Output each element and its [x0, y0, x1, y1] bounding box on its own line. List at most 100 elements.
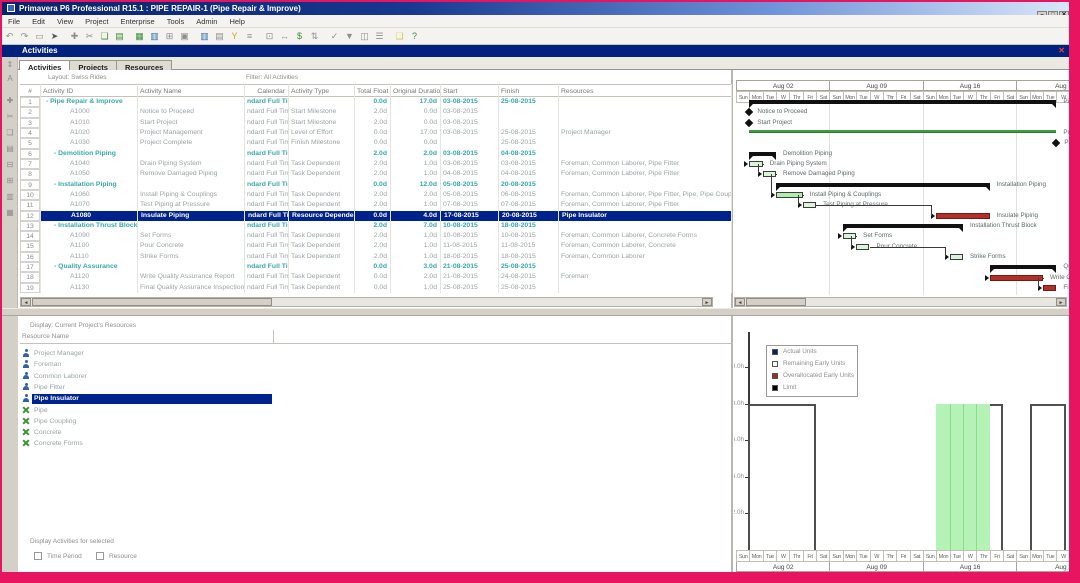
gantt-summary-bar[interactable]: [749, 100, 1056, 104]
table-horizontal-scrollbar[interactable]: ◄ ►: [20, 297, 713, 307]
delete-activity-icon[interactable]: ✂: [4, 112, 16, 121]
table-row[interactable]: 13- Installation Thrust Blockndard Full …: [20, 221, 731, 231]
menu-view[interactable]: View: [51, 15, 79, 28]
table-row[interactable]: 2A1000Notice to Proceedndard Full TimeSt…: [20, 107, 731, 117]
gantt-task-bar[interactable]: [950, 254, 963, 260]
table-font-icon[interactable]: ▤: [212, 28, 227, 45]
resources-icon[interactable]: ▦: [132, 28, 147, 45]
table-row[interactable]: 19A1130Final Quality Assurance Inspectio…: [20, 283, 731, 293]
cursor-icon[interactable]: ➤: [47, 28, 62, 45]
table-row[interactable]: 11A1070Test Piping at Pressurendard Full…: [20, 200, 731, 210]
menu-help[interactable]: Help: [223, 15, 250, 28]
resource-row[interactable]: Foreman: [20, 359, 731, 370]
reports-icon[interactable]: ▣: [177, 28, 192, 45]
gantt-task-bar[interactable]: [763, 171, 776, 177]
gantt-milestone[interactable]: [1052, 139, 1060, 147]
scroll-left-icon[interactable]: ◄: [21, 298, 31, 306]
resource-row[interactable]: Pipe Fitter: [20, 382, 731, 393]
progress-spotlight-icon[interactable]: ▼: [342, 28, 357, 45]
resource-row[interactable]: Concrete Forms: [20, 438, 731, 449]
checkbox-time-period[interactable]: [34, 552, 42, 560]
gantt-horizontal-scrollbar[interactable]: ◄ ►: [734, 297, 1067, 307]
scroll-right-icon[interactable]: ►: [1056, 298, 1066, 306]
table-row[interactable]: 1- Pipe Repair & Improvendard Full Time0…: [20, 97, 731, 107]
checkbox-resource[interactable]: [96, 552, 104, 560]
new-project-icon[interactable]: ▭: [32, 28, 47, 45]
help-icon[interactable]: ?: [407, 28, 422, 45]
gantt-milestone[interactable]: [745, 119, 753, 127]
table-row[interactable]: 15A1100Pour Concretendard Full TimeTask …: [20, 241, 731, 251]
scrollbar-thumb[interactable]: [32, 298, 272, 306]
gantt-task-bar[interactable]: [803, 202, 816, 208]
gantt-critical-bar[interactable]: [990, 275, 1043, 281]
level-resources-icon[interactable]: ⇅: [307, 28, 322, 45]
columns-icon[interactable]: ▥: [197, 28, 212, 45]
group-sort-icon[interactable]: ≡: [242, 28, 257, 45]
resource-row[interactable]: Pipe: [20, 405, 731, 416]
gantt-milestone[interactable]: [745, 108, 753, 116]
cut-icon[interactable]: ✂: [82, 28, 97, 45]
resource-row[interactable]: Concrete: [20, 427, 731, 438]
table-row[interactable]: 16A1110Strike Formsndard Full TimeTask D…: [20, 252, 731, 262]
table-row[interactable]: 9- Installation Pipingndard Full Time0.0…: [20, 180, 731, 190]
resource-row[interactable]: Pipe Coupling: [20, 416, 731, 427]
gantt-critical-bar[interactable]: [936, 213, 989, 219]
resource-row[interactable]: Project Manager: [20, 348, 731, 359]
relationships-icon[interactable]: ▦: [4, 208, 16, 217]
menu-admin[interactable]: Admin: [190, 15, 223, 28]
gantt-task-bar[interactable]: [856, 244, 869, 250]
scroll-left-icon[interactable]: ◄: [735, 298, 745, 306]
scroll-right-icon[interactable]: ►: [702, 298, 712, 306]
timescale-icon[interactable]: ↔: [277, 28, 292, 45]
copy-row-icon[interactable]: ❏: [4, 128, 16, 137]
gantt-critical-bar[interactable]: [1043, 285, 1056, 291]
table-row[interactable]: 12A1080Insulate Pipingndard Full TimeRes…: [20, 211, 731, 221]
vertical-splitter-bottom[interactable]: [731, 316, 733, 572]
table-row[interactable]: 3A1010Start Projectndard Full TimeStart …: [20, 118, 731, 128]
resource-row[interactable]: Common Laborer: [20, 371, 731, 382]
add-activity-icon[interactable]: ✚: [4, 96, 16, 105]
undo-icon[interactable]: ↶: [2, 28, 17, 45]
copy-icon[interactable]: ❏: [97, 28, 112, 45]
layout-options-icon[interactable]: ⇕: [4, 60, 16, 69]
paste-row-icon[interactable]: ▤: [4, 144, 16, 153]
table-row[interactable]: 4A1020Project Managementndard Full TimeL…: [20, 128, 731, 138]
table-row[interactable]: 18A1120Write Quality Assurance Reportnda…: [20, 272, 731, 282]
table-row[interactable]: 17- Quality Assurancendard Full Time0.0d…: [20, 262, 731, 272]
menu-project[interactable]: Project: [79, 15, 114, 28]
gantt-loe-bar[interactable]: [749, 130, 1056, 133]
wbs-icon[interactable]: ⊞: [162, 28, 177, 45]
horizontal-splitter[interactable]: [2, 308, 1069, 316]
schedule-icon[interactable]: ✓: [327, 28, 342, 45]
collapse-icon[interactable]: ⊟: [4, 160, 16, 169]
gantt-icon[interactable]: ☰: [372, 28, 387, 45]
gantt-summary-bar[interactable]: [843, 224, 963, 228]
menu-enterprise[interactable]: Enterprise: [115, 15, 161, 28]
paste-icon[interactable]: ▤: [112, 28, 127, 45]
menu-file[interactable]: File: [2, 15, 26, 28]
font-size-icon[interactable]: A: [4, 74, 16, 83]
expand-icon[interactable]: ⊞: [4, 176, 16, 185]
gantt-task-bar[interactable]: [843, 233, 856, 239]
redo-icon[interactable]: ↷: [17, 28, 32, 45]
table-row[interactable]: 10A1060Install Piping & Couplingsndard F…: [20, 190, 731, 200]
resource-row[interactable]: Pipe Insulator: [20, 393, 731, 404]
details-icon[interactable]: ▥: [4, 192, 16, 201]
gantt-summary-bar[interactable]: [776, 183, 990, 187]
table-row[interactable]: 14A1090Set Formsndard Full TimeTask Depe…: [20, 231, 731, 241]
scrollbar-thumb[interactable]: [746, 298, 806, 306]
table-row[interactable]: 5A1030Project Completendard Full TimeFin…: [20, 138, 731, 148]
gantt-summary-bar[interactable]: [990, 265, 1057, 269]
menu-tools[interactable]: Tools: [161, 15, 191, 28]
add-icon[interactable]: ✚: [67, 28, 82, 45]
table-row[interactable]: 8A1050Remove Damaged Pipingndard Full Ti…: [20, 169, 731, 179]
title-bar[interactable]: Primavera P6 Professional R15.1 : PIPE R…: [2, 2, 1069, 15]
gantt-task-bar[interactable]: [749, 161, 762, 167]
notebook-icon[interactable]: ❑: [392, 28, 407, 45]
table-row[interactable]: 7A1040Drain Piping Systemndard Full Time…: [20, 159, 731, 169]
close-icon[interactable]: ✕: [1058, 45, 1065, 57]
filter-icon[interactable]: Y: [227, 28, 242, 45]
menu-edit[interactable]: Edit: [26, 15, 51, 28]
table-row[interactable]: 6- Demolition Pipingndard Full Time2.0d2…: [20, 149, 731, 159]
costs-icon[interactable]: $: [292, 28, 307, 45]
